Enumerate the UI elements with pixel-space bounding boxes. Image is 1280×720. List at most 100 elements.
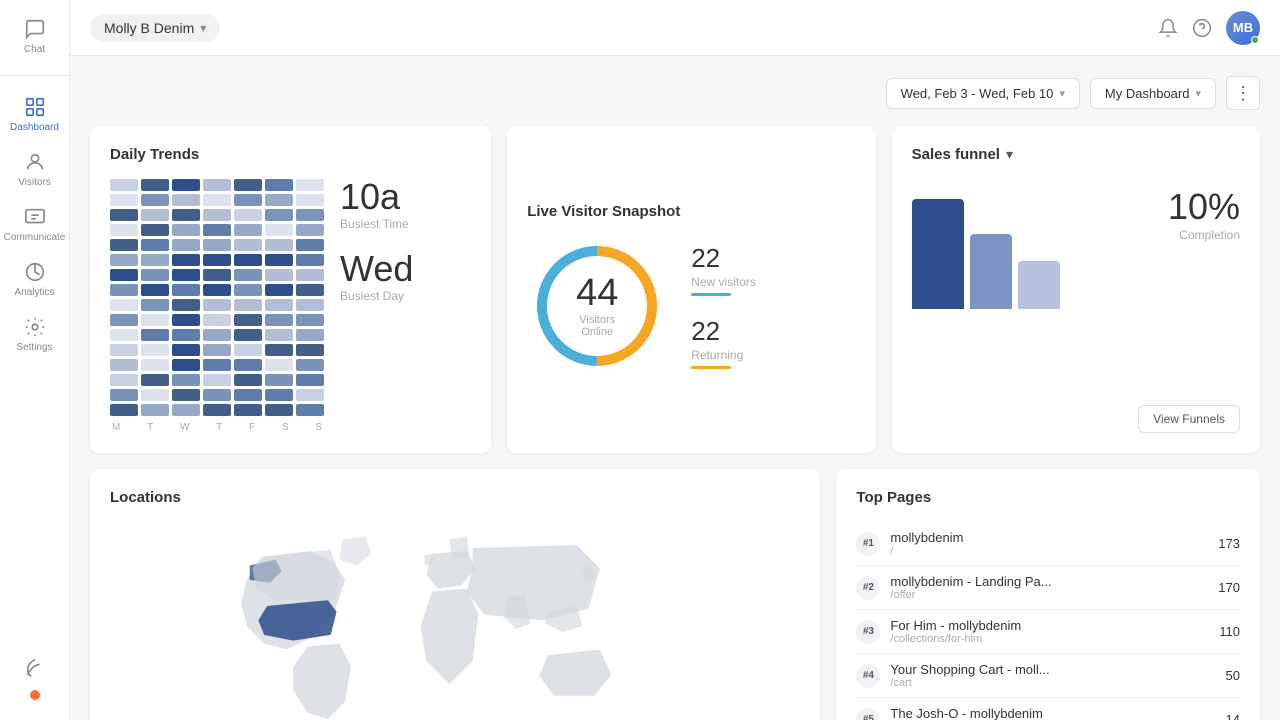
- heatmap-cell: [141, 299, 169, 311]
- sidebar-item-analytics-label: Analytics: [14, 287, 54, 298]
- page-info: Your Shopping Cart - moll... /cart: [890, 662, 1215, 689]
- donut-center: 44 Visitors Online: [562, 274, 632, 338]
- heatmap-cell: [141, 404, 169, 416]
- top-page-item: #5 The Josh-O - mollybdenim /collections…: [856, 698, 1240, 720]
- main: Molly B Denim ▾ MB: [70, 0, 1280, 720]
- heatmap-cell: [110, 299, 138, 311]
- sidebar-item-chat[interactable]: Chat: [0, 10, 69, 63]
- page-url: /cart: [890, 677, 1215, 689]
- heatmap-cell: [172, 194, 200, 206]
- heatmap-cell: [234, 329, 262, 341]
- busiest-day: Wed Busiest Day: [340, 251, 440, 303]
- heatmap-cell: [265, 239, 293, 251]
- heatmap-cell: [234, 224, 262, 236]
- funnel-pct-value: 10%: [1168, 186, 1240, 228]
- heatmap-cell: [265, 284, 293, 296]
- heatmap-cell: [265, 389, 293, 401]
- live-snapshot-title: Live Visitor Snapshot: [527, 203, 855, 220]
- map-container: [110, 522, 800, 720]
- dashboard-filter[interactable]: My Dashboard ▾: [1090, 78, 1216, 109]
- sidebar-item-analytics[interactable]: Analytics: [6, 253, 63, 306]
- sidebar-item-visitors-label: Visitors: [18, 177, 51, 188]
- heatmap-cell: [141, 314, 169, 326]
- user-avatar[interactable]: MB: [1226, 11, 1260, 45]
- heatmap-cell: [141, 194, 169, 206]
- daily-stats: 10a Busiest Time Wed Busiest Day: [340, 179, 440, 303]
- heatmap-cell: [203, 359, 231, 371]
- page-count: 110: [1219, 624, 1240, 639]
- heatmap-cell: [296, 254, 324, 266]
- topbar: Molly B Denim ▾ MB: [70, 0, 1280, 56]
- rank-badge: #3: [856, 620, 880, 644]
- view-funnels-button[interactable]: View Funnels: [1138, 405, 1240, 433]
- store-selector[interactable]: Molly B Denim ▾: [90, 14, 220, 42]
- notification-button[interactable]: [1158, 18, 1178, 38]
- dashboard-label: My Dashboard: [1105, 86, 1190, 101]
- heatmap-cell: [110, 269, 138, 281]
- visitors-online-label: Visitors Online: [562, 314, 632, 338]
- heatmap-cell: [110, 344, 138, 356]
- dashboard-chevron-icon: ▾: [1195, 87, 1201, 100]
- new-visitors-label: New visitors: [691, 275, 756, 289]
- sidebar-item-dashboard-label: Dashboard: [10, 122, 59, 133]
- heatmap-cell: [203, 209, 231, 221]
- funnel-bar-2: [970, 234, 1012, 309]
- heatmap-cell: [234, 389, 262, 401]
- heatmap-cell: [234, 404, 262, 416]
- heatmap-cell: [234, 194, 262, 206]
- date-range-label: Wed, Feb 3 - Wed, Feb 10: [901, 86, 1054, 101]
- day-f: F: [249, 422, 255, 433]
- rank-badge: #5: [856, 708, 880, 720]
- heatmap-cell: [141, 359, 169, 371]
- topbar-right: MB: [1158, 11, 1260, 45]
- sidebar-item-communicate[interactable]: Communicate: [6, 198, 63, 251]
- sidebar-item-chat-label: Chat: [24, 44, 45, 55]
- sidebar-bottom: [15, 644, 55, 710]
- heatmap-cell: [265, 299, 293, 311]
- date-range-filter[interactable]: Wed, Feb 3 - Wed, Feb 10 ▾: [886, 78, 1080, 109]
- heatmap-cell: [141, 344, 169, 356]
- sidebar-item-visitors[interactable]: Visitors: [6, 143, 63, 196]
- notification-dot: [30, 690, 40, 700]
- heatmap-cell: [203, 269, 231, 281]
- heatmap-cell: [141, 254, 169, 266]
- heatmap-cell: [265, 374, 293, 386]
- help-button[interactable]: [1192, 18, 1212, 38]
- heatmap-cell: [172, 329, 200, 341]
- heatmap-cell: [110, 224, 138, 236]
- heatmap-cell: [234, 374, 262, 386]
- page-info: The Josh-O - mollybdenim /collections/fo…: [890, 706, 1215, 720]
- sidebar-item-dashboard[interactable]: Dashboard: [6, 88, 63, 141]
- topbar-left: Molly B Denim ▾: [90, 14, 220, 42]
- heatmap-cell: [265, 209, 293, 221]
- sidebar-item-settings[interactable]: Settings: [6, 308, 63, 361]
- page-count: 170: [1218, 580, 1240, 595]
- busiest-time-label: Busiest Time: [340, 217, 440, 231]
- heatmap-cell: [172, 224, 200, 236]
- funnel-bar-3: [1018, 261, 1060, 309]
- top-pages-list: #1 mollybdenim / 173 #2 mollybdenim - La…: [856, 522, 1240, 720]
- page-count: 50: [1226, 668, 1240, 683]
- heatmap-cell: [296, 314, 324, 326]
- heatmap-cell: [172, 314, 200, 326]
- heatmap-cell: [296, 239, 324, 251]
- sidebar: Chat Dashboard Visitors Communic: [0, 0, 70, 720]
- day-s2: S: [315, 422, 322, 433]
- heatmap-cell: [203, 194, 231, 206]
- heatmap-cell: [110, 374, 138, 386]
- leaf-icon[interactable]: [21, 654, 49, 682]
- sales-funnel-title: Sales funnel: [912, 146, 1000, 163]
- heatmap-cell: [141, 224, 169, 236]
- heatmap-cell: [172, 299, 200, 311]
- more-options-button[interactable]: ⋮: [1226, 76, 1260, 110]
- page-name: mollybdenim: [890, 530, 1208, 545]
- heatmap-cell: [172, 239, 200, 251]
- heatmap-cell: [265, 329, 293, 341]
- heatmap-cell: [172, 359, 200, 371]
- heatmap-cell: [296, 194, 324, 206]
- sales-funnel-dropdown[interactable]: ▾: [1006, 146, 1013, 163]
- heatmap-cell: [203, 329, 231, 341]
- avatar-online-dot: [1251, 36, 1259, 44]
- new-visitors-line: [691, 293, 731, 296]
- heatmap: M T W T F S S: [110, 179, 324, 433]
